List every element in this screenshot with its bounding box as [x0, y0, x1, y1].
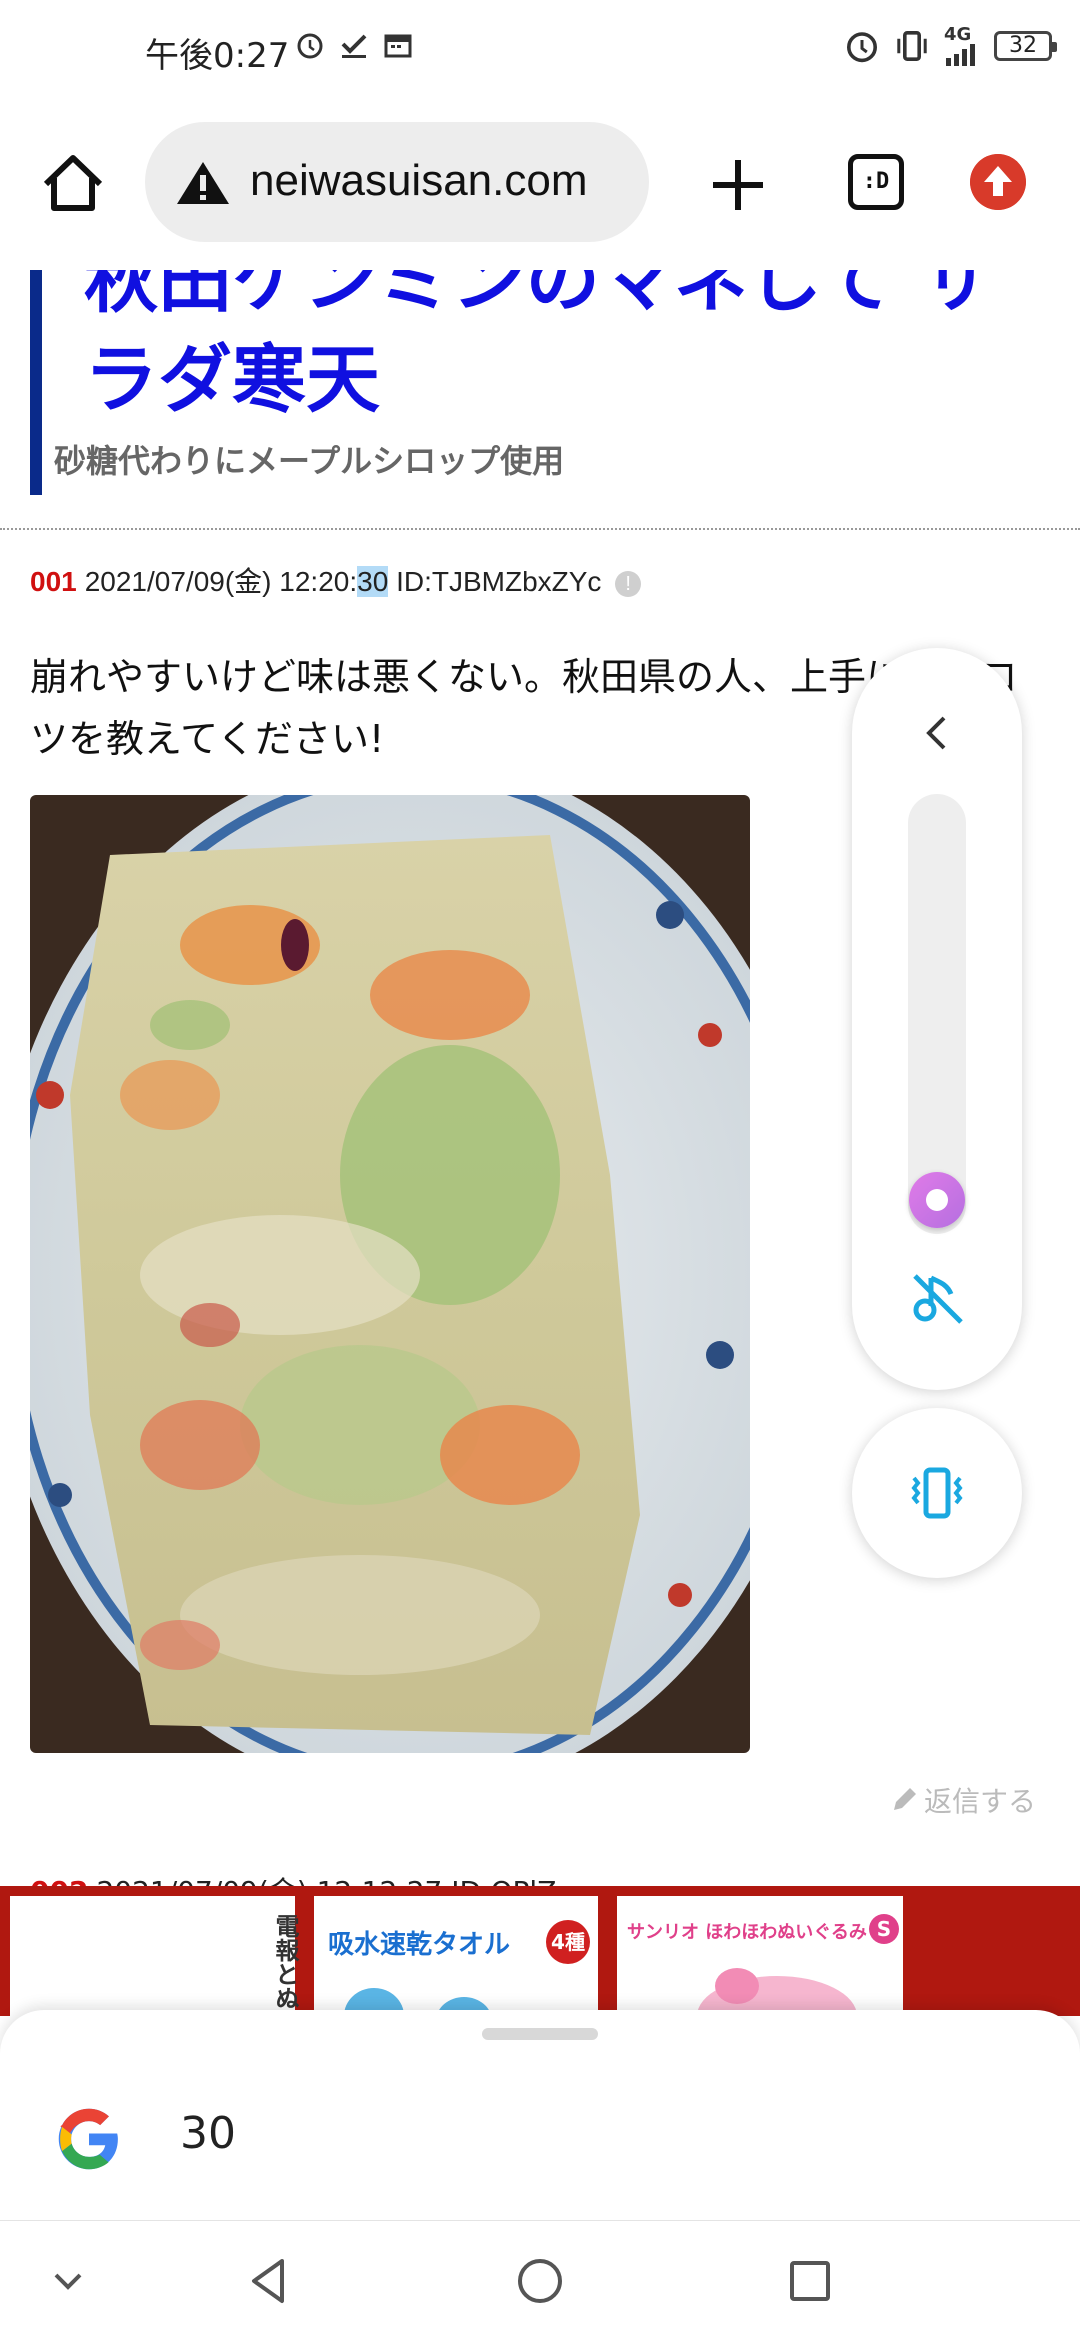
battery-indicator: 32 — [994, 31, 1057, 61]
google-tap-to-search-sheet[interactable]: 30 — [0, 2010, 1080, 2220]
towel-character-image — [344, 1988, 492, 2016]
post-meta: 001 2021/07/09(金) 12:20:30 ID:TJBMZbxZYc … — [30, 560, 642, 600]
home-nav-icon[interactable] — [510, 2251, 570, 2311]
status-right-icons: 4G 32 — [844, 26, 1057, 66]
recents-icon[interactable] — [780, 2251, 840, 2311]
status-time: 午後0:27 — [145, 36, 290, 76]
volume-panel — [852, 648, 1022, 1390]
ad-card-badge: 4種 — [546, 1920, 590, 1964]
ad-banner[interactable]: 電報とぬ 吸水速乾タオル 4種 サンリオ ほわほわぬいぐるみ S — [0, 1886, 1080, 2016]
calendar-icon — [384, 34, 412, 58]
article-subtitle: 砂糖代わりにメープルシロップ使用 — [54, 442, 565, 480]
selected-text[interactable]: 30 — [357, 566, 389, 597]
article-title: 秋田ケンミンのマネして サラダ寒天 — [84, 270, 994, 423]
post-date: 2021/07/09(金) 12:20: — [84, 566, 358, 597]
signal-icon — [946, 44, 975, 66]
sheet-drag-handle[interactable] — [482, 2028, 598, 2040]
system-nav-bar — [0, 2220, 1080, 2340]
info-icon[interactable]: ! — [615, 570, 642, 597]
google-logo-icon — [58, 2108, 118, 2170]
divider — [0, 528, 1080, 530]
alarm-icon — [297, 33, 323, 59]
post-number[interactable]: 001 — [30, 566, 77, 597]
alarm-icon — [847, 32, 877, 63]
vibrate-mode-button[interactable] — [852, 1408, 1022, 1578]
back-icon[interactable] — [240, 2251, 300, 2311]
signal-group: 4G — [944, 26, 980, 66]
url-text[interactable]: neiwasuisan.com — [250, 156, 588, 206]
vibrate-icon — [897, 31, 927, 61]
ad-card-sanrio[interactable]: サンリオ ほわほわぬいぐるみ S — [617, 1896, 903, 2016]
network-type: 4G — [944, 24, 972, 45]
food-photo[interactable] — [30, 795, 750, 1753]
browser-toolbar: neiwasuisan.com :D — [0, 100, 1080, 270]
new-tab-icon[interactable] — [705, 152, 771, 218]
home-icon[interactable] — [38, 148, 108, 218]
chevron-down-icon[interactable] — [38, 2251, 98, 2311]
search-query[interactable]: 30 — [180, 2108, 236, 2159]
salad-kanten-image — [30, 795, 750, 1753]
ad-card-title: 吸水速乾タオル — [328, 1930, 511, 1960]
volume-slider-track[interactable] — [908, 794, 966, 1234]
music-muted-icon[interactable] — [907, 1268, 967, 1328]
vibrate-icon — [911, 1467, 963, 1519]
update-icon[interactable] — [970, 154, 1026, 210]
volume-slider-knob[interactable] — [909, 1172, 965, 1228]
ad-card-telegram[interactable]: 電報とぬ — [10, 1896, 299, 2016]
reply-label: 返信する — [924, 1785, 1037, 1818]
tab-switcher-button[interactable]: :D — [848, 154, 904, 210]
pencil-icon — [894, 1788, 916, 1810]
check-download-icon — [341, 34, 367, 58]
post-id[interactable]: ID:TJBMZbxZYc — [396, 566, 601, 597]
plush-toy-image — [697, 1968, 857, 2016]
ad-card-text: 電報とぬ — [271, 1914, 299, 2010]
ad-card-title: サンリオ ほわほわぬいぐるみ — [627, 1922, 867, 1943]
article-title-block: 秋田ケンミンのマネして サラダ寒天 砂糖代わりにメープルシロップ使用 — [30, 270, 1050, 495]
address-bar[interactable]: neiwasuisan.com — [145, 122, 649, 242]
ad-card-badge: S — [869, 1914, 899, 1944]
status-bar: 午後0:27 4G 32 — [0, 0, 1080, 100]
ad-card-towel[interactable]: 吸水速乾タオル 4種 — [314, 1896, 598, 2016]
chevron-left-icon[interactable] — [912, 708, 962, 758]
status-left-icons — [295, 30, 413, 60]
reply-button[interactable]: 返信する — [890, 1780, 1036, 1820]
warning-icon[interactable] — [175, 160, 231, 206]
